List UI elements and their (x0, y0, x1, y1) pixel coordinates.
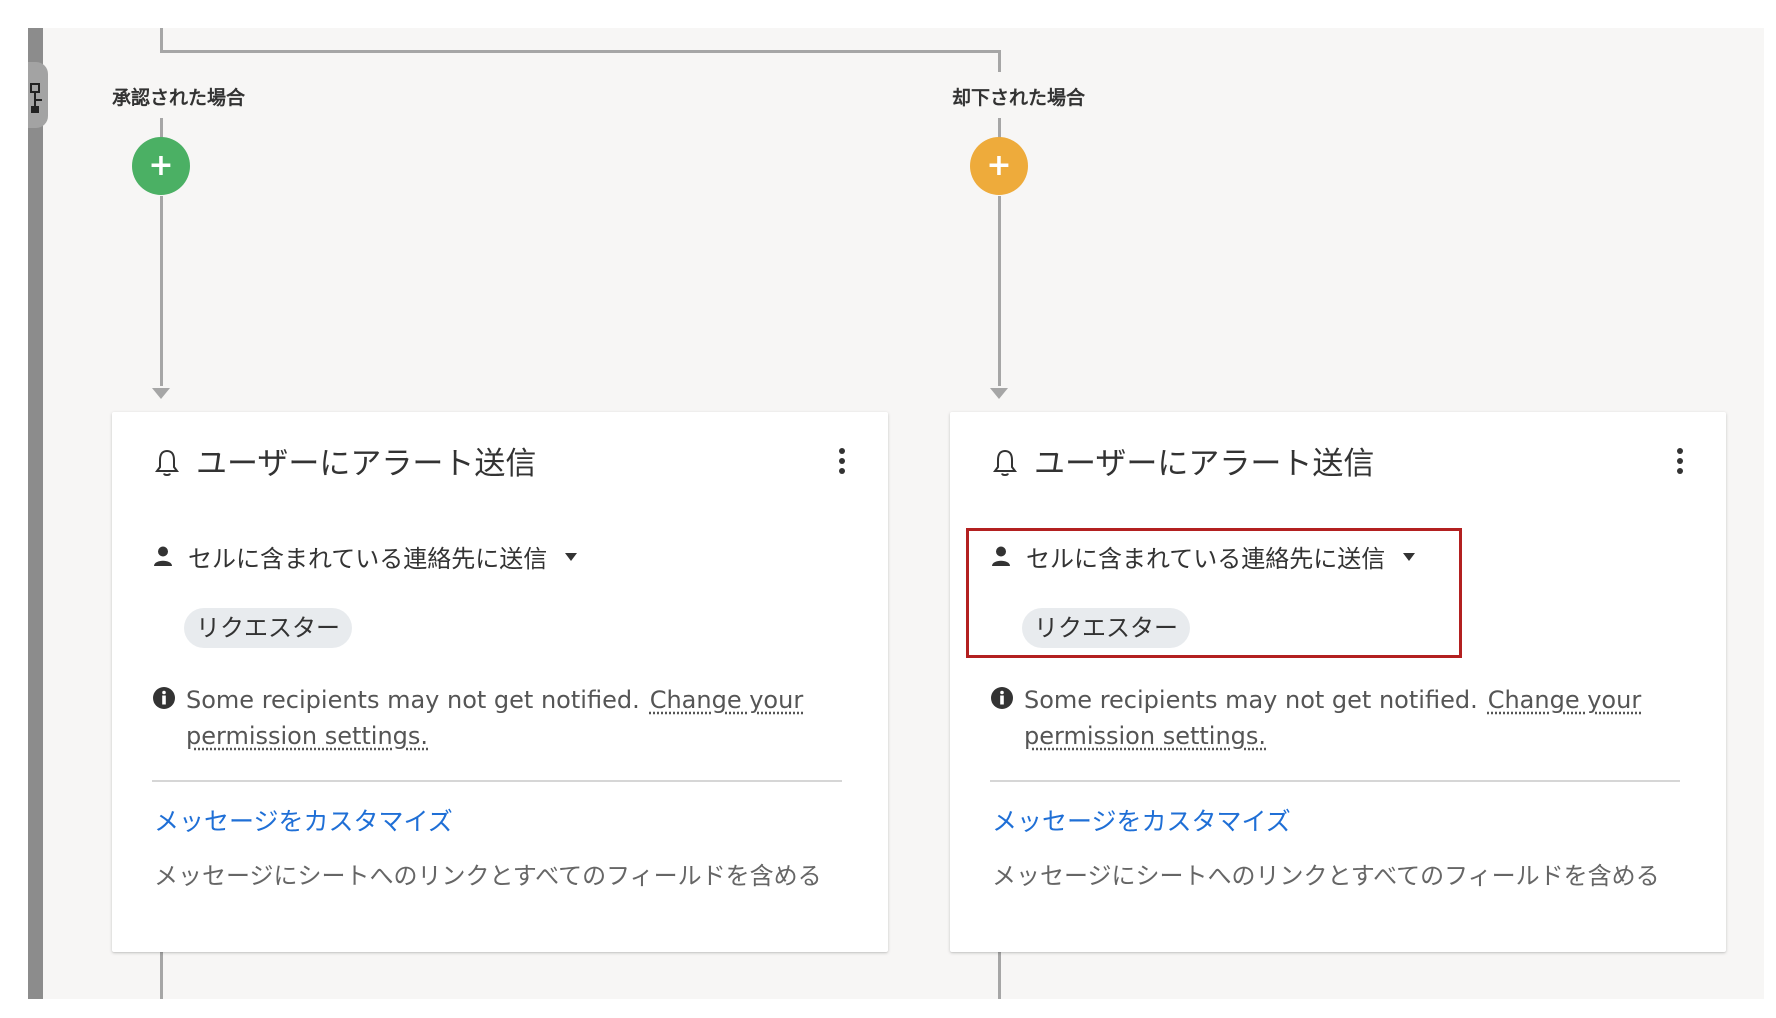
alert-card-approved: ユーザーにアラート送信 セルに含まれている連絡先に送信 リクエスター Some … (112, 412, 888, 952)
connector-line (998, 50, 1001, 72)
connector-line (160, 196, 163, 386)
branch-label-rejected: 却下された場合 (952, 87, 1086, 109)
bell-icon (155, 449, 179, 476)
add-step-button-rejected[interactable]: + (970, 137, 1028, 195)
connector-line (998, 118, 1001, 138)
bell-icon (993, 449, 1017, 476)
chevron-down-icon (565, 553, 578, 561)
recipient-mode-dropdown[interactable]: セルに含まれている連絡先に送信 (152, 536, 578, 576)
more-options-icon[interactable] (1668, 444, 1692, 484)
notice-text: Some recipients may not get notified. (1024, 686, 1478, 714)
chevron-down-icon (1403, 553, 1416, 561)
connector-arrow-icon (152, 388, 170, 399)
customize-message-link[interactable]: メッセージをカスタマイズ (154, 802, 453, 842)
card-title: ユーザーにアラート送信 (196, 446, 537, 482)
card-title: ユーザーにアラート送信 (1034, 446, 1375, 482)
info-icon (991, 687, 1013, 709)
person-icon (154, 546, 172, 566)
customize-message-link[interactable]: メッセージをカスタマイズ (992, 802, 1291, 842)
connector-line (998, 952, 1001, 999)
recipient-mode-label: セルに含まれている連絡先に送信 (188, 544, 548, 573)
connector-line (160, 28, 163, 52)
more-options-icon[interactable] (830, 444, 854, 484)
divider (152, 780, 842, 782)
workflow-editor: 承認された場合 却下された場合 + + ユーザーにアラート送信 セルに含まれてい… (0, 0, 1776, 1018)
alert-card-rejected: ユーザーにアラート送信 セルに含まれている連絡先に送信 リクエスター Some … (950, 412, 1726, 952)
message-description: メッセージにシートへのリンクとすべてのフィールドを含める (992, 862, 1660, 890)
branch-label-approved: 承認された場合 (112, 87, 246, 109)
person-icon (992, 546, 1010, 566)
connector-line (998, 196, 1001, 386)
connector-line (160, 952, 163, 999)
divider (990, 780, 1680, 782)
message-description: メッセージにシートへのリンクとすべてのフィールドを含める (154, 862, 822, 890)
workflow-tree-icon (30, 83, 42, 113)
recipient-mode-dropdown[interactable]: セルに含まれている連絡先に送信 (990, 536, 1416, 576)
info-icon (153, 687, 175, 709)
notice-text: Some recipients may not get notified. (186, 686, 640, 714)
add-step-button-approved[interactable]: + (132, 137, 190, 195)
recipient-chip[interactable]: リクエスター (184, 608, 352, 648)
left-rail (28, 28, 43, 999)
connector-line (160, 50, 1001, 53)
connector-arrow-icon (990, 388, 1008, 399)
recipient-mode-label: セルに含まれている連絡先に送信 (1026, 544, 1386, 573)
recipient-chip[interactable]: リクエスター (1022, 608, 1190, 648)
connector-line (160, 118, 163, 138)
